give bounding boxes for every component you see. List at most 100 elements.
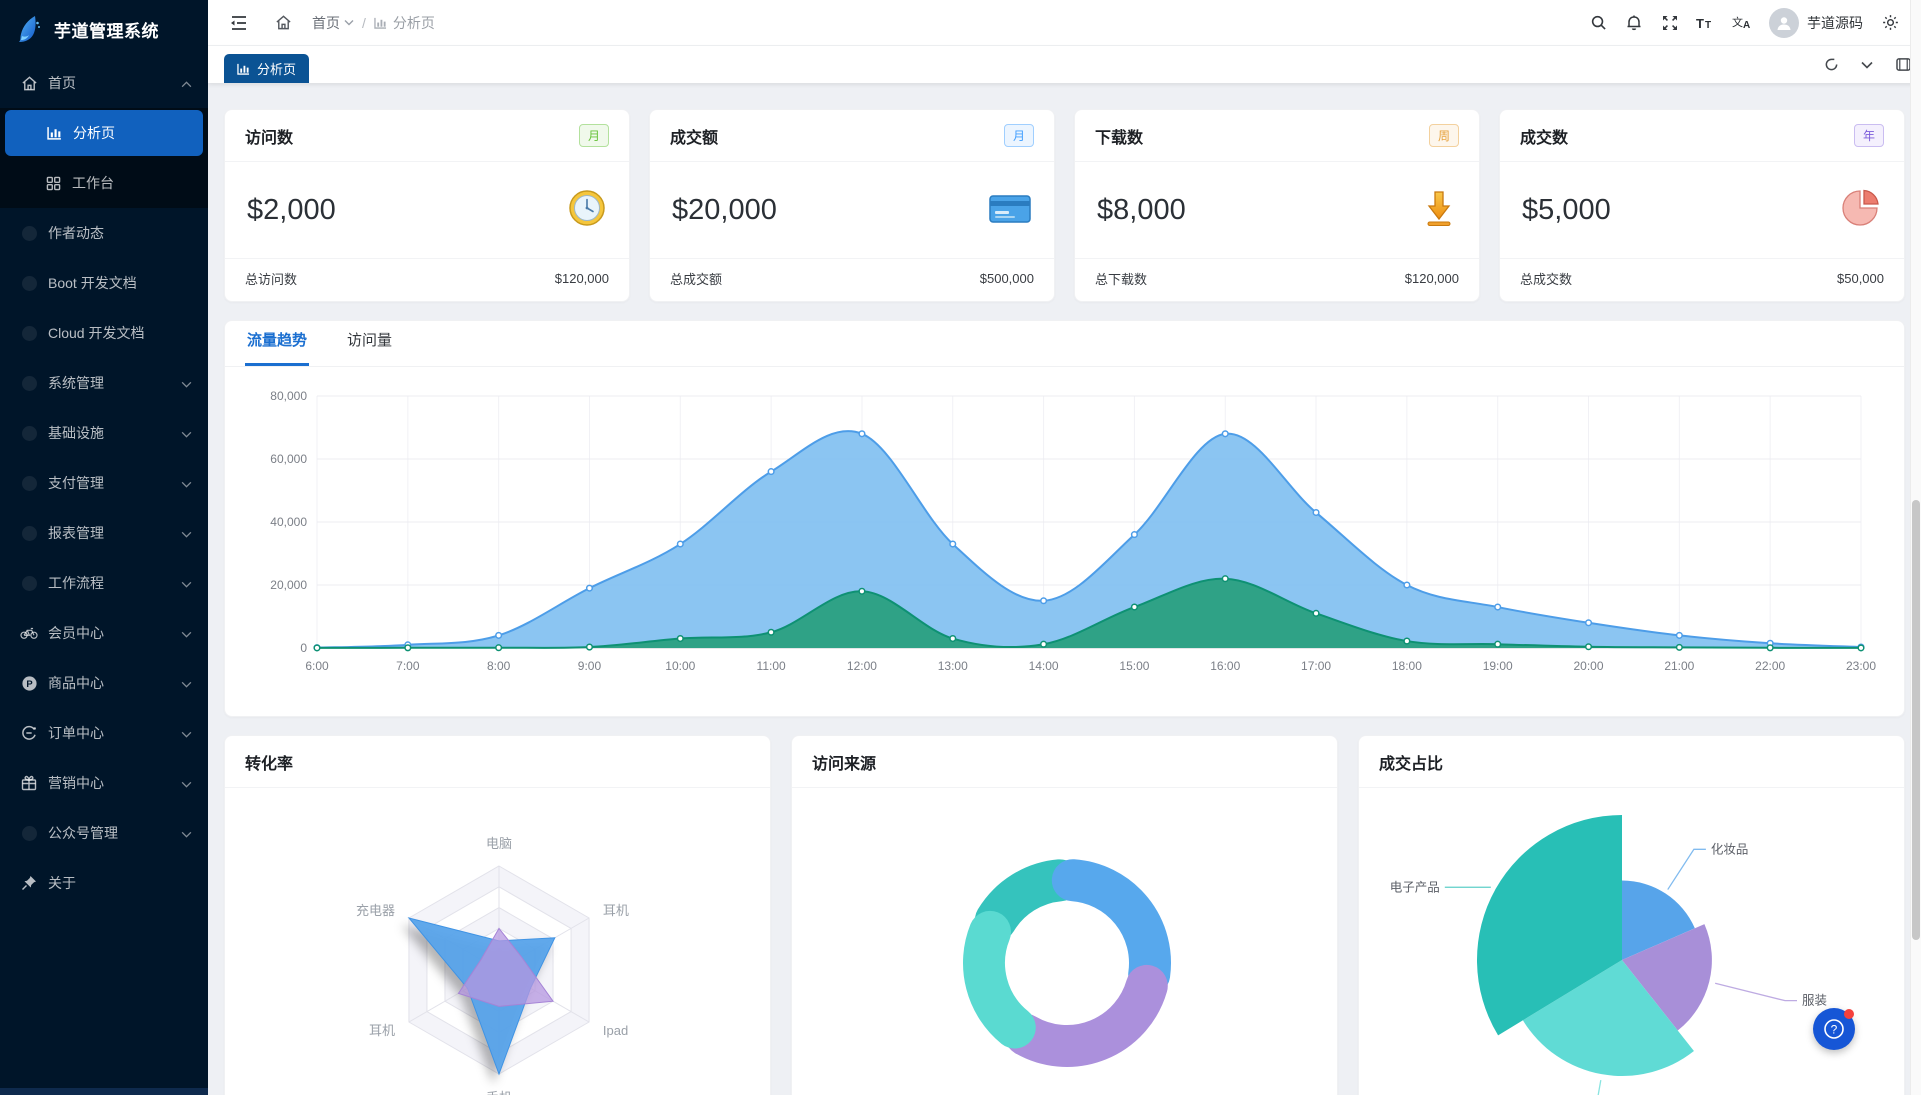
stat-footer-label: 总成交额 (670, 269, 722, 288)
dot-icon (20, 224, 38, 242)
stat-value: $20,000 (672, 194, 777, 227)
svg-text:Ipad: Ipad (603, 1023, 628, 1038)
svg-text:7:00: 7:00 (396, 659, 420, 673)
dot-icon (20, 574, 38, 592)
chevron-down-icon (181, 375, 192, 391)
sidebar-item-14[interactable]: 营销中心 (0, 758, 208, 808)
chevron-down-icon[interactable] (1849, 46, 1885, 83)
sidebar-menu: 首页分析页工作台作者动态Boot 开发文档 Cloud 开发文档系统管理基础设施支… (0, 58, 208, 908)
svg-text:0: 0 (300, 641, 307, 655)
sidebar-item-0[interactable]: 首页 (0, 58, 208, 108)
period-badge: 年 (1854, 124, 1884, 147)
avatar (1769, 8, 1799, 38)
user-menu[interactable]: 芋道源码 (1763, 8, 1869, 38)
top-navbar: 首页 / 分析页 (208, 0, 1921, 46)
bell-icon[interactable] (1619, 8, 1649, 38)
font-size-icon[interactable]: TT (1691, 8, 1721, 38)
svg-text:化妆品: 化妆品 (1711, 842, 1749, 856)
breadcrumb: 首页 / 分析页 (312, 13, 435, 33)
svg-text:6:00: 6:00 (305, 659, 329, 673)
traffic-trend-chart: 80,00060,00040,00020,00006:007:008:009:0… (227, 381, 1902, 711)
sidebar-item-label: Cloud 开发文档 (48, 323, 192, 343)
sidebar-item-11[interactable]: 会员中心 (0, 608, 208, 658)
settings-icon[interactable] (1875, 8, 1905, 38)
stat-footer-label: 总成交数 (1520, 269, 1572, 288)
help-button[interactable]: ? (1813, 1008, 1855, 1050)
conversion-rate-panel: 转化率 电脑耳机Ipad手机耳机充电器 (224, 735, 771, 1095)
sidebar-item-label: 系统管理 (48, 373, 171, 393)
chevron-down-icon (181, 475, 192, 491)
search-icon[interactable] (1583, 8, 1613, 38)
home-icon[interactable] (268, 8, 298, 38)
tab-traffic-trend[interactable]: 流量趋势 (245, 329, 309, 366)
traffic-trend-card: 流量趋势 访问量 80,00060,00040,00020,00006:007:… (224, 320, 1905, 717)
stat-value: $2,000 (247, 194, 336, 227)
sidebar-item-8[interactable]: 支付管理 (0, 458, 208, 508)
svg-text:A: A (1743, 20, 1750, 30)
sidebar-item-9[interactable]: 报表管理 (0, 508, 208, 558)
gift-icon (20, 774, 38, 792)
sidebar-item-label: 分析页 (73, 123, 187, 143)
svg-text:40,000: 40,000 (270, 515, 307, 529)
sidebar-item-5[interactable]: Cloud 开发文档 (0, 308, 208, 358)
visit-source-donut-chart (792, 788, 1337, 1095)
chevron-up-icon (181, 75, 192, 91)
notification-dot (1844, 1009, 1854, 1019)
collapse-sidebar-icon[interactable] (224, 8, 254, 38)
panel-title: 成交占比 (1379, 750, 1443, 774)
sidebar-item-label: 关于 (48, 873, 192, 893)
sidebar-item-3[interactable]: 作者动态 (0, 208, 208, 258)
pin-icon (20, 874, 38, 892)
sidebar-item-15[interactable]: 公众号管理 (0, 808, 208, 858)
locale-icon[interactable]: 文A (1727, 8, 1757, 38)
p-circle-icon: P (20, 674, 38, 692)
sidebar-item-6[interactable]: 系统管理 (0, 358, 208, 408)
breadcrumb-home-label: 首页 (312, 13, 340, 33)
svg-text:17:00: 17:00 (1301, 659, 1331, 673)
scrollbar-track[interactable] (1910, 0, 1921, 1095)
svg-text:16:00: 16:00 (1210, 659, 1240, 673)
scrollbar-thumb[interactable] (1912, 500, 1920, 940)
sidebar-item-1[interactable]: 分析页 (5, 110, 203, 156)
fullscreen-icon[interactable] (1655, 8, 1685, 38)
svg-text:服装: 服装 (1802, 994, 1827, 1008)
sidebar-item-2[interactable]: 工作台 (0, 158, 208, 208)
sidebar-item-4[interactable]: Boot 开发文档 (0, 258, 208, 308)
stat-footer-value: $50,000 (1837, 271, 1884, 286)
svg-text:文: 文 (1732, 15, 1743, 29)
sidebar-item-label: 营销中心 (48, 773, 171, 793)
page-content: 访问数月$2,000总访问数$120,000成交额月$20,000总成交额$50… (208, 83, 1921, 1095)
clock-icon (567, 188, 607, 233)
sidebar-item-10[interactable]: 工作流程 (0, 558, 208, 608)
tab-analysis[interactable]: 分析页 (224, 54, 309, 83)
chevron-down-icon (181, 825, 192, 841)
breadcrumb-current-label: 分析页 (393, 13, 435, 33)
svg-text:21:00: 21:00 (1664, 659, 1694, 673)
sidebar-item-12[interactable]: P商品中心 (0, 658, 208, 708)
chevron-down-icon (181, 425, 192, 441)
svg-text:20:00: 20:00 (1574, 659, 1604, 673)
sidebar-item-16[interactable]: 关于 (0, 858, 208, 908)
svg-text:15:00: 15:00 (1119, 659, 1149, 673)
stat-card-3: 成交数年$5,000总成交数$50,000 (1499, 109, 1905, 302)
svg-text:?: ? (1831, 1023, 1838, 1037)
stat-card-0: 访问数月$2,000总访问数$120,000 (224, 109, 630, 302)
sidebar-item-label: 工作台 (72, 173, 192, 193)
app-logo[interactable]: 芋道管理系统 (0, 0, 208, 58)
svg-text:23:00: 23:00 (1846, 659, 1876, 673)
breadcrumb-home[interactable]: 首页 (312, 13, 354, 33)
svg-text:P: P (26, 678, 32, 689)
refresh-icon[interactable] (1813, 46, 1849, 83)
download-icon (1421, 188, 1457, 233)
panel-title: 转化率 (245, 750, 293, 774)
chevron-down-icon (181, 775, 192, 791)
user-name: 芋道源码 (1807, 13, 1863, 33)
grid-icon (44, 174, 62, 192)
tab-visit-volume[interactable]: 访问量 (345, 329, 394, 366)
sidebar-item-label: 会员中心 (48, 623, 171, 643)
stat-footer-value: $120,000 (1405, 271, 1459, 286)
sidebar-item-7[interactable]: 基础设施 (0, 408, 208, 458)
sidebar-collapse-bar[interactable] (0, 1088, 208, 1095)
credit-card-icon (988, 190, 1032, 231)
sidebar-item-13[interactable]: 订单中心 (0, 708, 208, 758)
